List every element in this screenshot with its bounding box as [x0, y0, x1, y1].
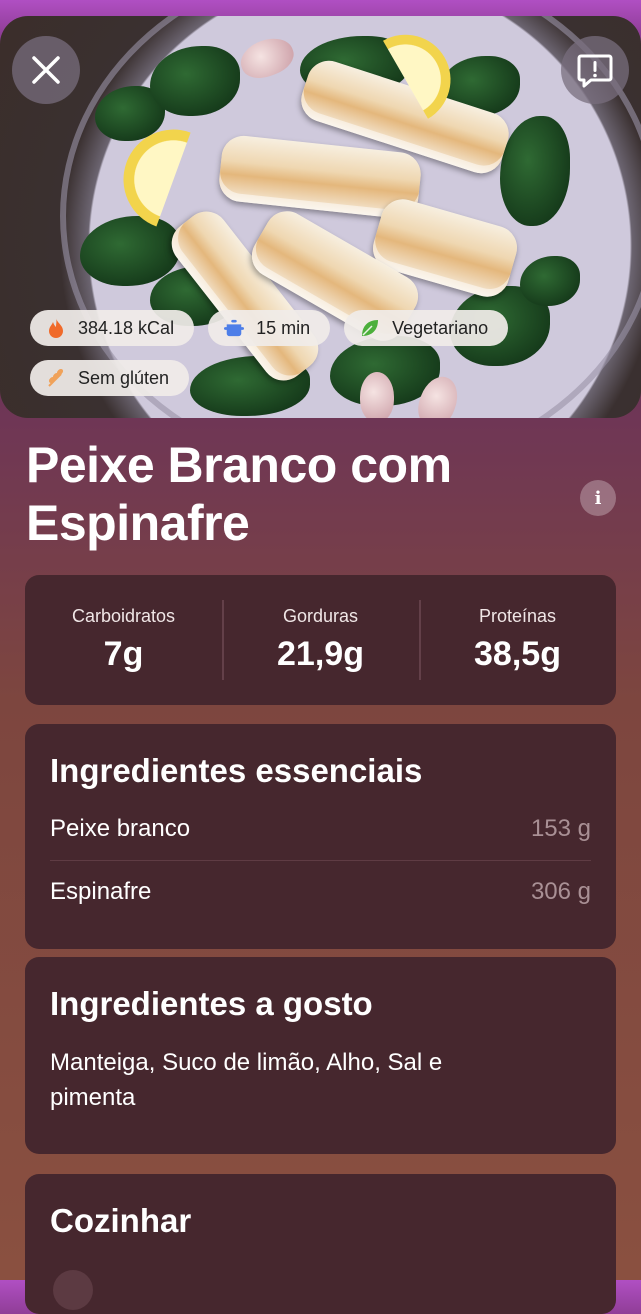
report-button[interactable] — [561, 36, 629, 104]
macro-value: 7g — [103, 635, 144, 673]
tag-gluten-free: Sem glúten — [30, 360, 190, 396]
to-taste-ingredients-card: Ingredientes a gosto Manteiga, Suco de l… — [25, 957, 616, 1154]
tag-time-label: 15 min — [256, 317, 311, 338]
essential-ingredients-card: Ingredientes essenciais Peixe branco 153… — [25, 724, 616, 949]
macro-carbs: Carboidratos 7g — [25, 575, 222, 705]
cook-card: Cozinhar — [25, 1174, 616, 1314]
to-taste-title: Ingredientes a gosto — [50, 985, 373, 1022]
close-button[interactable] — [12, 36, 80, 104]
pot-icon — [224, 318, 245, 338]
tag-time: 15 min — [208, 310, 331, 346]
macro-value: 21,9g — [277, 635, 364, 673]
recipe-hero-image: 384.18 kCal 15 min Vegetariano Sem glúte… — [0, 16, 641, 418]
recipe-title: Peixe Branco com Espinafre — [26, 437, 452, 551]
tag-calories-label: 384.18 kCal — [78, 317, 175, 338]
tag-vegetarian-label: Vegetariano — [392, 317, 489, 338]
ingredient-quantity: 153 g — [530, 815, 591, 842]
tag-calories: 384.18 kCal — [30, 310, 195, 346]
tag-gluten-free-label: Sem glúten — [78, 367, 170, 388]
macro-label: Carboidratos — [71, 606, 176, 626]
leaf-icon — [360, 318, 380, 338]
macro-value: 38,5g — [474, 635, 561, 673]
macro-fat: Gorduras 21,9g — [222, 575, 419, 705]
ingredient-row: Peixe branco 153 g — [50, 798, 591, 861]
essential-ingredients-title: Ingredientes essenciais — [50, 752, 423, 789]
macro-label: Gorduras — [282, 606, 359, 626]
recipe-tags: 384.18 kCal 15 min Vegetariano Sem glúte… — [30, 310, 509, 410]
info-button[interactable]: i — [580, 480, 616, 516]
cook-title: Cozinhar — [50, 1202, 192, 1239]
report-icon — [577, 54, 613, 88]
ingredient-name: Espinafre — [50, 878, 152, 905]
info-icon: i — [594, 487, 602, 509]
ingredient-row: Espinafre 306 g — [50, 861, 591, 923]
macro-label: Proteínas — [478, 606, 557, 626]
flame-icon — [46, 318, 66, 338]
step-indicator — [53, 1270, 93, 1310]
tag-vegetarian: Vegetariano — [344, 310, 509, 346]
macro-protein: Proteínas 38,5g — [419, 575, 616, 705]
ingredient-name: Peixe branco — [50, 815, 191, 842]
close-icon — [32, 56, 60, 84]
to-taste-list: Manteiga, Suco de limão, Alho, Sal e pim… — [50, 1049, 443, 1111]
ingredient-quantity: 306 g — [530, 878, 591, 905]
macros-card: Carboidratos 7g Gorduras 21,9g Proteínas… — [25, 575, 616, 705]
wheat-icon — [46, 368, 66, 388]
